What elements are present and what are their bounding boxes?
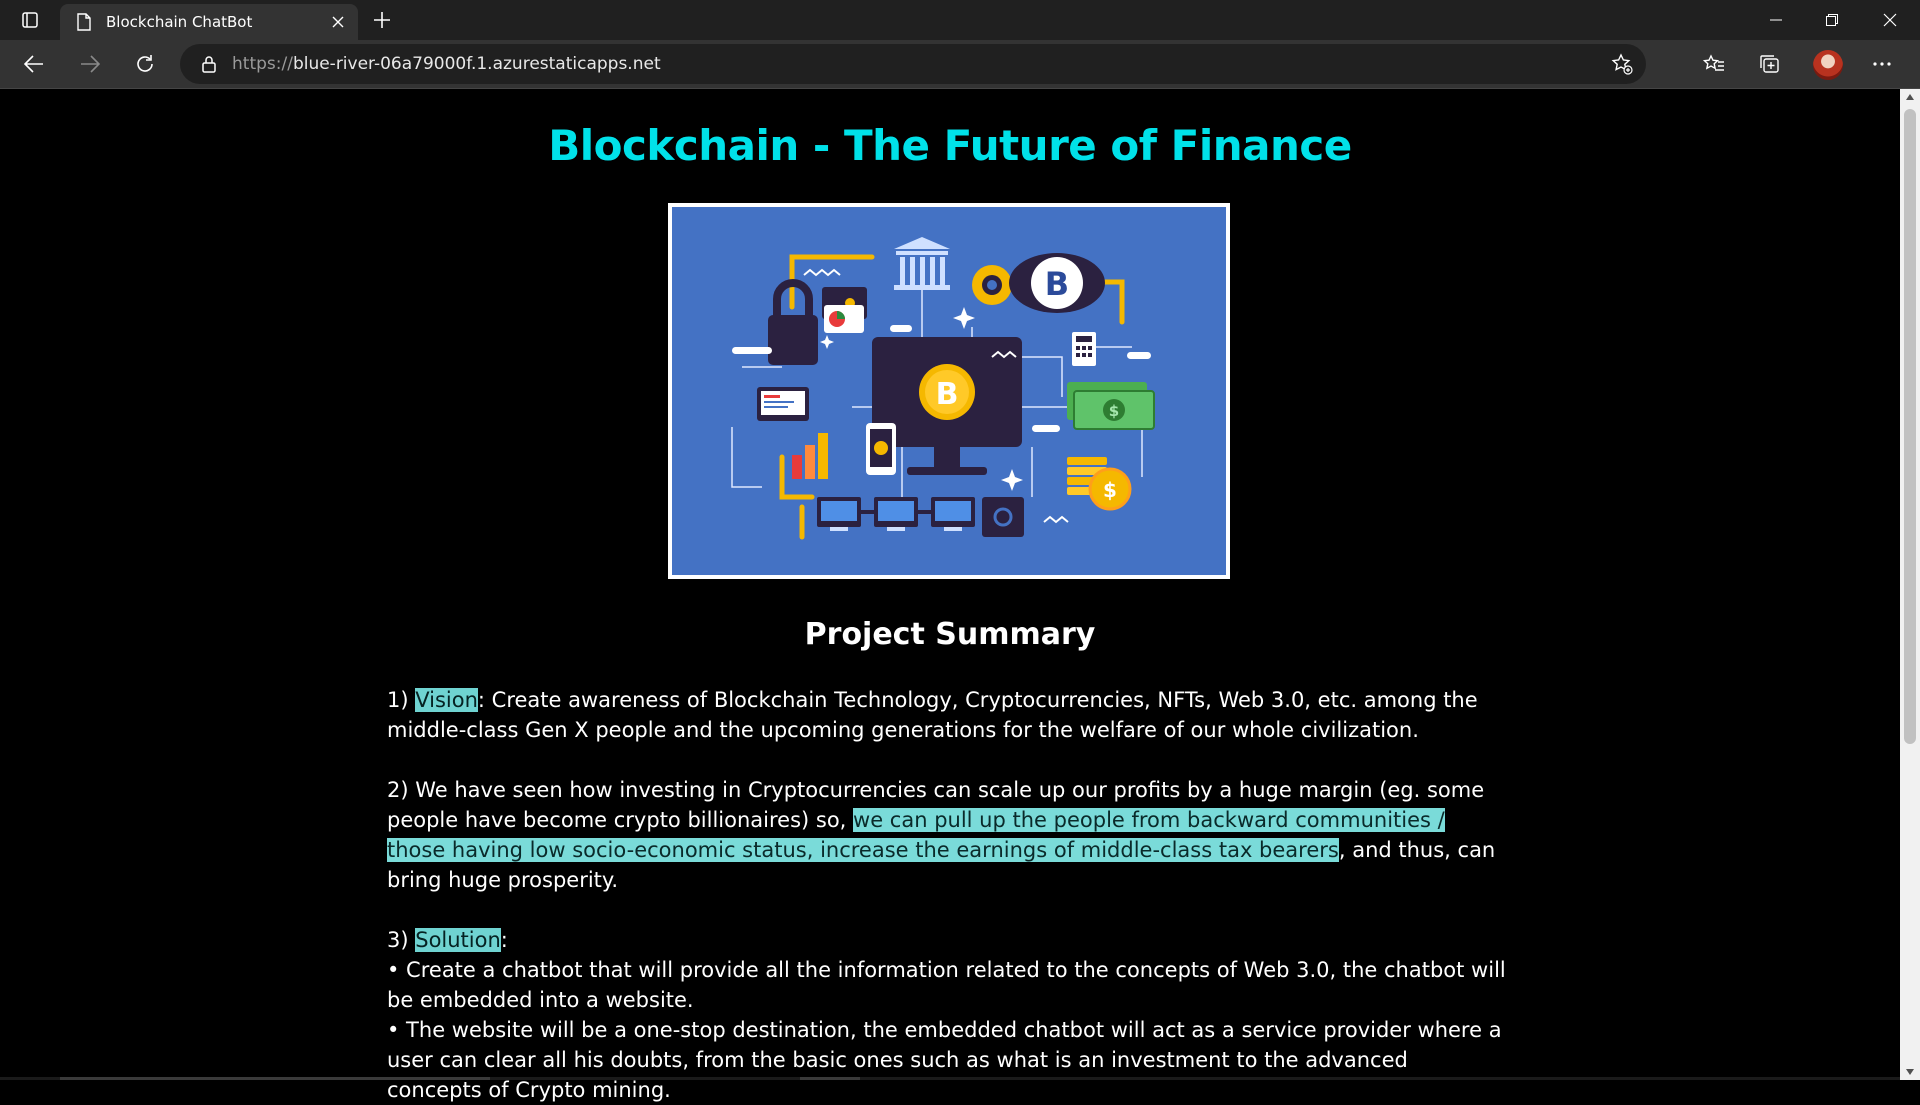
more-options-button[interactable] [1864, 48, 1900, 80]
web-page: Blockchain - The Future of Finance B $ B… [0, 89, 1900, 1102]
server-rack-icon [817, 497, 975, 531]
refresh-button[interactable] [127, 48, 163, 80]
refresh-icon [137, 55, 153, 72]
tab-actions-icon [22, 12, 38, 28]
smartphone-icon [866, 423, 896, 475]
restore-icon [1826, 14, 1838, 26]
page-icon [74, 12, 94, 32]
browser-toolbar: https://blue-river-06a79000f.1.azurestat… [0, 40, 1920, 89]
safe-icon [982, 497, 1024, 537]
hero-image: B $ B $ [668, 203, 1230, 579]
restore-button[interactable] [1804, 0, 1860, 40]
solution-colon: : [500, 928, 508, 952]
tab-title: Blockchain ChatBot [106, 13, 253, 31]
collections-button[interactable] [1752, 48, 1788, 80]
svg-text:$: $ [1103, 478, 1117, 502]
bitcoin-coin-icon: B [1009, 253, 1105, 313]
minimize-icon [1770, 19, 1782, 21]
forward-button[interactable] [72, 48, 108, 80]
vision-text: : Create awareness of Blockchain Technol… [387, 688, 1478, 742]
url-host: blue-river-06a79000f.1.azurestaticapps.n… [292, 54, 661, 74]
tab-actions-button[interactable] [12, 6, 48, 34]
scroll-thumb[interactable] [1904, 109, 1916, 744]
minimize-button[interactable] [1748, 0, 1804, 40]
blockchain-illustration: B $ B $ [672, 207, 1226, 575]
profile-avatar[interactable] [1813, 50, 1843, 80]
close-window-button[interactable] [1862, 0, 1918, 40]
section-heading: Project Summary [804, 617, 1096, 652]
ellipsis-icon [1873, 62, 1891, 66]
plus-icon [374, 12, 390, 28]
star-plus-icon [1611, 53, 1633, 75]
lock-icon[interactable] [198, 53, 220, 75]
gear-icon [972, 265, 1012, 305]
vertical-scrollbar[interactable] [1900, 89, 1920, 1080]
close-icon [1883, 13, 1897, 27]
favorites-button[interactable] [1696, 48, 1732, 80]
svg-text:$: $ [1109, 402, 1119, 420]
address-bar[interactable]: https://blue-river-06a79000f.1.azurestat… [180, 44, 1646, 84]
solution-highlight: Solution [415, 928, 501, 952]
scroll-down-arrow-icon[interactable] [1900, 1064, 1920, 1080]
page-title: Blockchain - The Future of Finance [548, 121, 1352, 170]
p3-number: 3) [387, 928, 416, 952]
favorites-icon [1703, 54, 1724, 71]
opportunity-paragraph: 2) We have seen how investing in Cryptoc… [387, 775, 1507, 895]
add-favorite-button[interactable] [1606, 48, 1638, 80]
back-button[interactable] [16, 48, 52, 80]
tab-bar: Blockchain ChatBot [0, 0, 1920, 40]
solution-bullet-2: • The website will be a one-stop destina… [387, 1018, 1502, 1102]
project-summary: 1) Vision: Create awareness of Blockchai… [387, 685, 1507, 1105]
url-text: https://blue-river-06a79000f.1.azurestat… [232, 54, 661, 74]
svg-text:B: B [1045, 265, 1069, 303]
scroll-up-arrow-icon[interactable] [1900, 89, 1920, 105]
arrow-right-icon [81, 55, 100, 73]
close-tab-icon[interactable] [324, 8, 352, 36]
p1-number: 1) [387, 688, 416, 712]
cash-icon: $ [1067, 382, 1155, 430]
url-protocol: https:// [232, 54, 293, 74]
calculator-icon [1072, 332, 1096, 366]
vision-paragraph: 1) Vision: Create awareness of Blockchai… [387, 685, 1507, 745]
solution-heading: 3) Solution: [387, 925, 1507, 955]
active-tab[interactable]: Blockchain ChatBot [60, 4, 358, 40]
solution-bullet-1: • Create a chatbot that will provide all… [387, 958, 1506, 1012]
collections-icon [1760, 55, 1779, 73]
vision-highlight: Vision [415, 688, 478, 712]
arrow-left-icon [24, 55, 43, 73]
new-tab-button[interactable] [366, 6, 398, 34]
svg-text:B: B [936, 377, 959, 412]
